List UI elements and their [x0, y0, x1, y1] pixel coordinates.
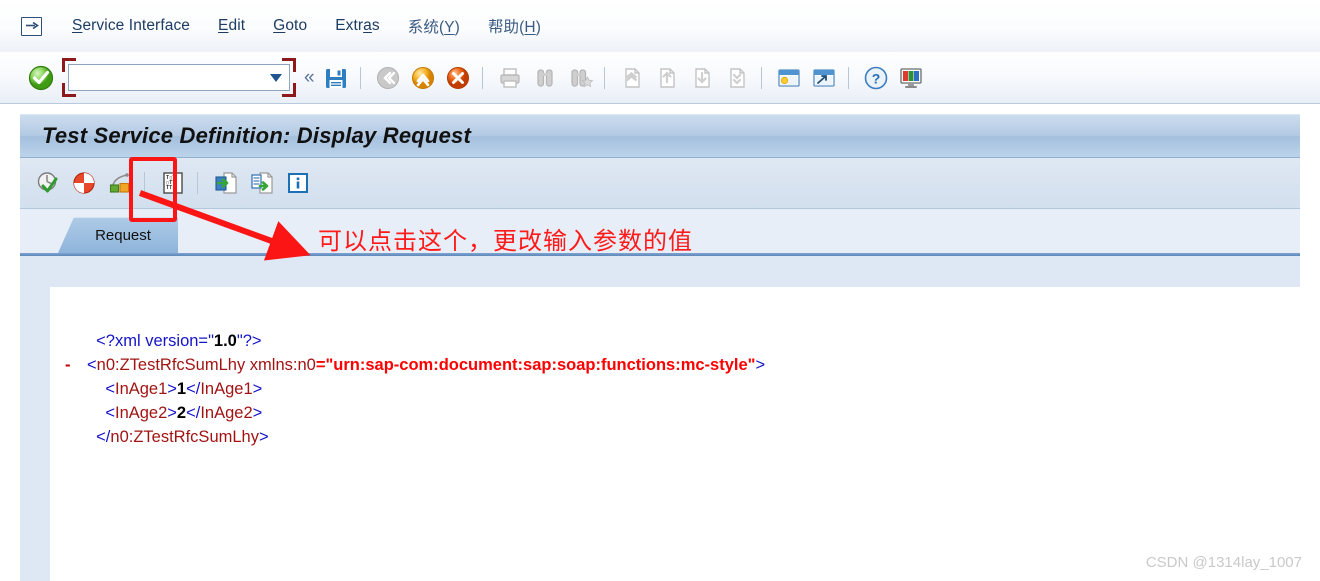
xml-token-tg: > — [755, 356, 766, 374]
xml-token-nm: InAge2 — [114, 404, 168, 422]
xml-token-tg: > — [258, 428, 269, 446]
xml-token-tg: "?> — [236, 332, 262, 350]
menu-item-list: Service Interface Edit Goto Extras 系统(Y) 帮助(H… — [58, 12, 555, 40]
xml-token-nm: InAge1 — [114, 380, 168, 398]
menu-item-service-interface[interactable]: Service Interface — [58, 14, 204, 38]
save-icon[interactable] — [322, 64, 350, 92]
toolbar-separator — [760, 66, 762, 89]
xml-token-nm: InAge1 — [200, 380, 253, 398]
first-page-icon[interactable] — [618, 64, 646, 92]
content-frame: <?xml version="1.0"?> - <n0:ZTestRfcSumLhy… — [20, 287, 1300, 581]
xml-token-tg: > — [167, 380, 177, 398]
xml-collapse-toggle[interactable]: - — [65, 353, 87, 377]
annotation-arrow — [138, 190, 311, 261]
toolbar-separator — [847, 66, 849, 89]
arrow-glyph — [26, 22, 39, 29]
xml-document: <?xml version="1.0"?> - <n0:ZTestRfcSumLhy… — [65, 329, 765, 449]
last-page-icon[interactable] — [723, 64, 751, 92]
command-field-wrapper — [62, 58, 296, 97]
xml-line: </n0:ZTestRfcSumLhy> — [65, 425, 765, 449]
exit-icon[interactable] — [409, 64, 437, 92]
menu-item-system[interactable]: 系统(Y) — [394, 12, 474, 40]
focus-bracket-top-right — [282, 58, 296, 72]
xml-token-tg: < — [105, 404, 115, 422]
xml-token-tg: < — [87, 356, 97, 374]
sap-gui-window: Service Interface Edit Goto Extras 系统(Y) 帮助(H… — [0, 0, 1320, 581]
xml-token-at: xmlns:n0 — [249, 356, 316, 374]
xml-token-nm: n0:ZTestRfcSumLhy — [110, 428, 259, 446]
menu-item-help[interactable]: 帮助(H) — [474, 12, 555, 40]
xml-token-tg: </ — [186, 404, 201, 422]
screen-title-bar: Test Service Definition: Display Request — [20, 114, 1300, 158]
xml-token-tg: </ — [186, 380, 201, 398]
check-service-icon[interactable] — [34, 169, 62, 197]
focus-bracket-bottom-right — [282, 83, 296, 97]
command-field[interactable] — [68, 64, 290, 91]
back-icon[interactable] — [374, 64, 402, 92]
menu-item-edit[interactable]: Edit — [204, 14, 259, 38]
xml-token-tg: < — [105, 380, 115, 398]
previous-page-icon[interactable] — [653, 64, 681, 92]
toolbar-separator — [481, 66, 483, 89]
focus-bracket-top-left — [62, 58, 76, 72]
help-icon[interactable]: ? — [862, 64, 890, 92]
create-session-icon[interactable] — [775, 64, 803, 92]
focus-bracket-bottom-left — [62, 83, 76, 97]
xml-token-tg: > — [252, 404, 263, 422]
menu-bar: Service Interface Edit Goto Extras 系统(Y) 帮助(H… — [0, 0, 1320, 53]
xml-token-tx: 2 — [176, 404, 187, 422]
xml-token-nm: n0:ZTestRfcSumLhy — [96, 356, 246, 374]
xml-token-av: "urn:sap-com:document:sap:soap:functions… — [325, 356, 756, 374]
xml-token-tx: 1 — [176, 380, 187, 398]
xml-line: <InAge2>2</InAge2> — [65, 401, 765, 425]
xml-token-nm: InAge2 — [200, 404, 253, 422]
customize-local-layout-icon[interactable] — [897, 64, 925, 92]
print-icon[interactable] — [496, 64, 524, 92]
page-title: Test Service Definition: Display Request — [42, 123, 471, 148]
execute-icon[interactable] — [70, 169, 98, 197]
cancel-icon[interactable] — [444, 64, 472, 92]
xml-viewer-pane[interactable]: <?xml version="1.0"?> - <n0:ZTestRfcSumLhy… — [50, 287, 1300, 581]
svg-text:?: ? — [871, 70, 880, 86]
toolbar-collapse-icon[interactable]: « — [304, 68, 315, 87]
xml-line: <InAge1>1</InAge1> — [65, 377, 765, 401]
annotation-note: 可以点击这个，更改输入参数的值 — [318, 227, 693, 255]
sap-exit-icon[interactable] — [18, 13, 44, 39]
xml-token-tg: </ — [96, 428, 111, 446]
toolbar-separator — [359, 66, 361, 89]
xml-token-tg: > — [167, 404, 177, 422]
find-next-icon[interactable] — [566, 64, 594, 92]
xml-line: - <n0:ZTestRfcSumLhy xmlns:n0="urn:sap-co… — [65, 353, 765, 377]
find-icon[interactable] — [531, 64, 559, 92]
menu-item-extras[interactable]: Extras — [321, 14, 394, 38]
standard-toolbar: « ? — [0, 52, 1320, 104]
next-page-icon[interactable] — [688, 64, 716, 92]
xml-token-tg: > — [252, 380, 263, 398]
create-shortcut-icon[interactable] — [810, 64, 838, 92]
content-left-gutter — [20, 287, 50, 581]
toolbar-separator — [603, 66, 605, 89]
enter-check-icon[interactable] — [28, 65, 54, 91]
xml-token-tg: <?xml version= — [96, 332, 209, 350]
xml-line: <?xml version="1.0"?> — [65, 329, 765, 353]
command-input[interactable] — [73, 66, 264, 89]
xml-token-tx: 1.0 — [213, 332, 237, 350]
watermark: CSDN @1314lay_1007 — [1145, 554, 1302, 571]
menu-item-goto[interactable]: Goto — [259, 14, 321, 38]
